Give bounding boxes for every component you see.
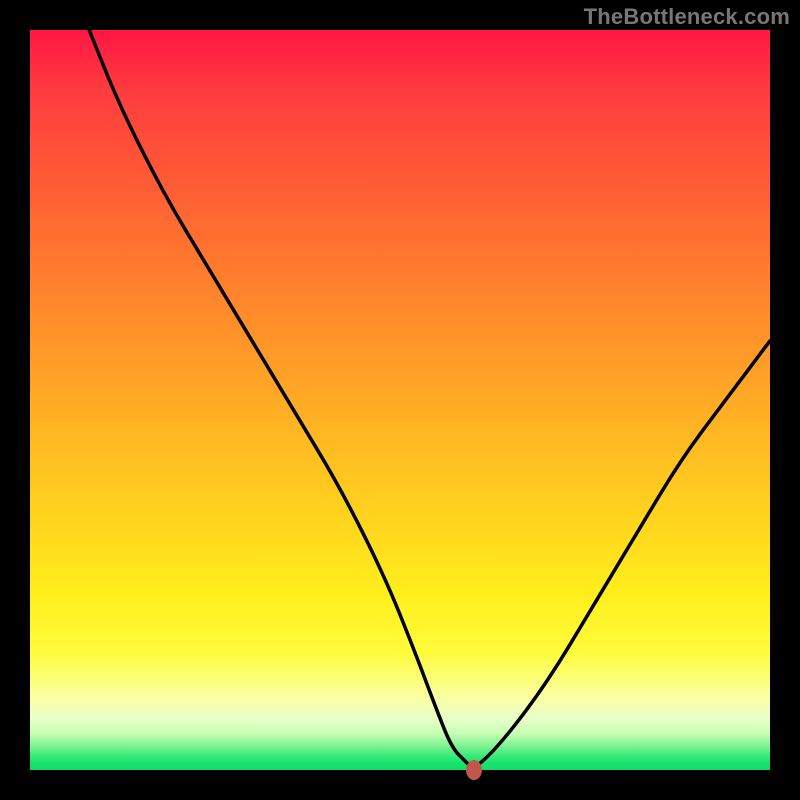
bottleneck-curve <box>30 30 770 770</box>
watermark-text: TheBottleneck.com <box>584 4 790 30</box>
optimal-marker <box>466 760 482 780</box>
plot-area <box>30 30 770 770</box>
chart-frame: TheBottleneck.com <box>0 0 800 800</box>
